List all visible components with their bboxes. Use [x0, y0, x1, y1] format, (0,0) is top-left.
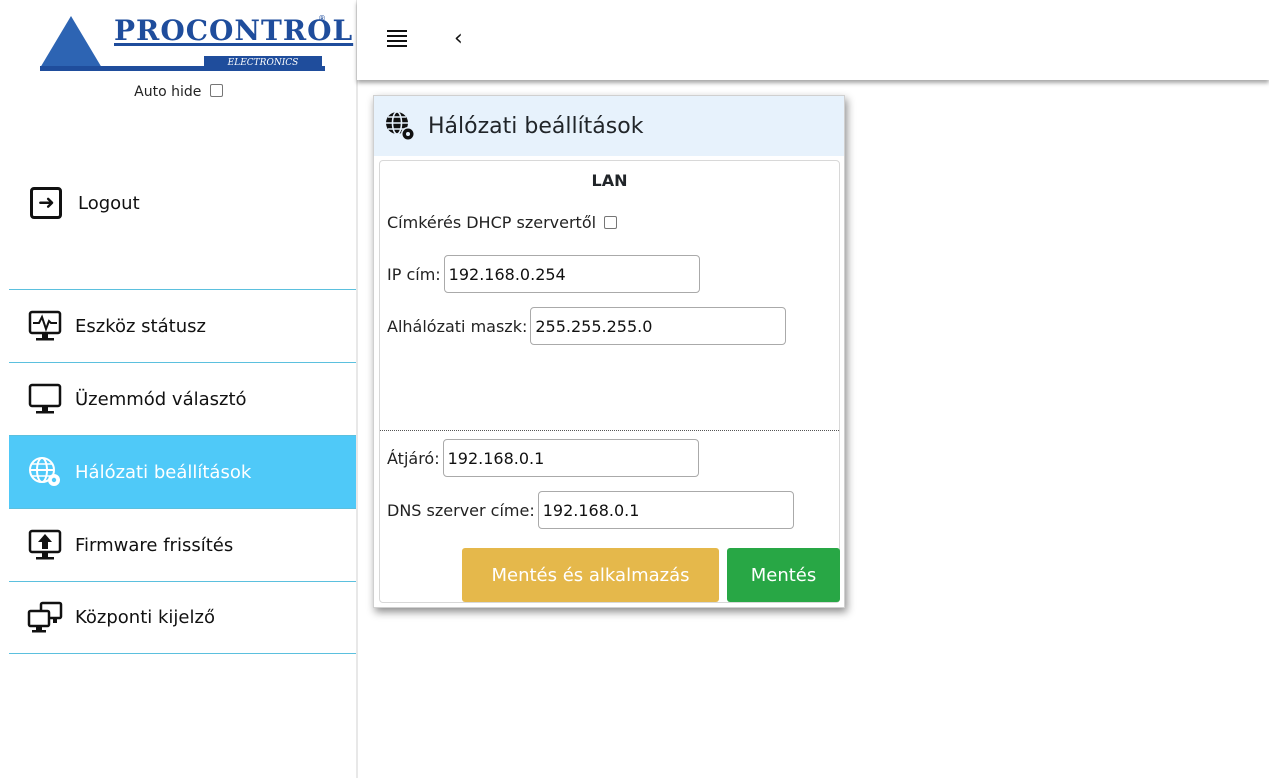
sidebar: PROCONTROL ® ELECTRONICS Auto hide Logou…	[0, 0, 357, 778]
sidebar-nav: Eszköz státusz Üzemmód választó Hálózati…	[9, 289, 357, 654]
sidebar-item-label: Üzemmód választó	[75, 388, 247, 410]
sidebar-item-label: Hálózati beállítások	[75, 461, 252, 483]
globe-gear-icon	[27, 456, 63, 488]
sidebar-item-label: Központi kijelző	[75, 607, 215, 628]
top-bar: ‹	[357, 0, 1269, 80]
monitor-icon	[27, 383, 63, 415]
auto-hide-control: Auto hide	[0, 84, 357, 100]
lan-form: LAN Címkérés DHCP szervertől IP cím: Alh…	[379, 160, 840, 603]
lan-section-title: LAN	[591, 171, 628, 190]
logo-registered-mark: ®	[318, 14, 326, 23]
back-chevron-icon[interactable]: ‹	[454, 26, 463, 51]
logout-icon	[30, 187, 62, 219]
auto-hide-label: Auto hide	[134, 84, 202, 100]
ip-address-input[interactable]	[443, 255, 700, 293]
subnet-mask-input[interactable]	[530, 307, 787, 345]
logout-button[interactable]: Logout	[30, 178, 140, 228]
section-divider	[380, 430, 839, 431]
dns-server-input[interactable]	[537, 491, 794, 529]
logo-triangle-icon	[40, 16, 102, 68]
ip-label: IP cím:	[387, 264, 441, 284]
save-button[interactable]: Mentés	[727, 548, 840, 602]
ip-row: IP cím:	[387, 255, 700, 293]
dns-label: DNS szerver címe:	[387, 500, 535, 520]
procontrol-logo: PROCONTROL ® ELECTRONICS	[40, 12, 352, 74]
sidebar-item-device-status[interactable]: Eszköz státusz	[9, 289, 357, 362]
monitor-upload-icon	[27, 529, 63, 561]
sidebar-item-label: Firmware frissítés	[75, 534, 234, 556]
dhcp-checkbox[interactable]	[604, 216, 618, 229]
panel-title: Hálózati beállítások	[428, 113, 644, 139]
monitor-pulse-icon	[27, 310, 63, 342]
subnet-mask-label: Alhálózati maszk:	[387, 316, 528, 336]
dhcp-label: Címkérés DHCP szervertől	[387, 213, 597, 232]
sidebar-divider	[356, 0, 358, 778]
gateway-label: Átjáró:	[387, 448, 440, 468]
dhcp-row: Címkérés DHCP szervertől	[387, 213, 618, 232]
hamburger-icon[interactable]	[387, 30, 407, 48]
save-and-apply-button[interactable]: Mentés és alkalmazás	[462, 548, 719, 602]
panel-header: Hálózati beállítások	[374, 96, 844, 156]
dns-row: DNS szerver címe:	[387, 491, 794, 529]
globe-gear-icon	[384, 110, 416, 142]
sidebar-item-central-display[interactable]: Központi kijelző	[9, 581, 357, 654]
sidebar-item-network-settings[interactable]: Hálózati beállítások	[9, 435, 357, 508]
logo-subtitle: ELECTRONICS	[204, 56, 322, 70]
sidebar-item-firmware-update[interactable]: Firmware frissítés	[9, 508, 357, 581]
logout-label: Logout	[78, 192, 140, 214]
sidebar-item-label: Eszköz státusz	[75, 315, 206, 337]
subnet-mask-row: Alhálózati maszk:	[387, 307, 787, 345]
gateway-input[interactable]	[442, 439, 699, 477]
gateway-row: Átjáró:	[387, 439, 699, 477]
auto-hide-checkbox[interactable]	[209, 84, 223, 97]
sidebar-item-mode-selector[interactable]: Üzemmód választó	[9, 362, 357, 435]
dual-monitor-icon	[27, 601, 63, 634]
network-settings-panel: Hálózati beállítások LAN Címkérés DHCP s…	[373, 95, 845, 608]
